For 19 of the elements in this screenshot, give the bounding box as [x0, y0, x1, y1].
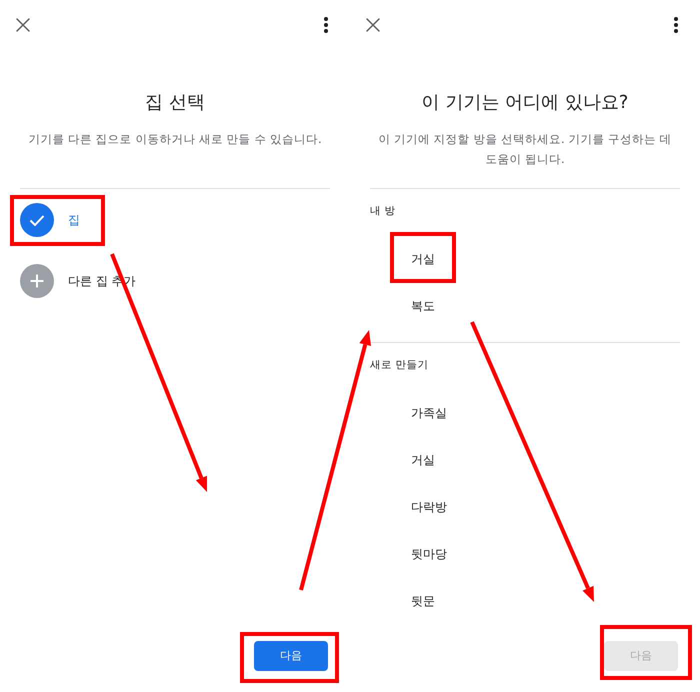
section-heading: 내 방: [370, 204, 396, 220]
page-description: 이 기기에 지정할 방을 선택하세요. 기기를 구성하는 데 도움이 됩니다.: [377, 131, 673, 168]
room-option[interactable]: 뒷마당: [411, 544, 447, 562]
close-icon[interactable]: [366, 18, 380, 32]
section-heading: 새로 만들기: [370, 358, 428, 374]
page-title: 집 선택: [145, 91, 205, 115]
room-option[interactable]: 거실: [411, 250, 435, 268]
room-option[interactable]: 거실: [411, 450, 435, 468]
more-options-icon[interactable]: [674, 17, 678, 33]
more-options-icon[interactable]: [324, 17, 328, 33]
room-option[interactable]: 복도: [411, 296, 435, 314]
home-option[interactable]: 집: [20, 202, 80, 236]
page-description: 기기를 다른 집으로 이동하거나 새로 만들 수 있습니다.: [27, 131, 323, 148]
room-option[interactable]: 다락방: [411, 498, 447, 516]
room-option[interactable]: 뒷문: [411, 592, 435, 610]
next-button[interactable]: 다음: [254, 641, 328, 671]
page-title: 이 기기는 어디에 있나요?: [422, 91, 628, 115]
close-icon[interactable]: [16, 18, 30, 32]
room-option[interactable]: 가족실: [411, 404, 447, 422]
